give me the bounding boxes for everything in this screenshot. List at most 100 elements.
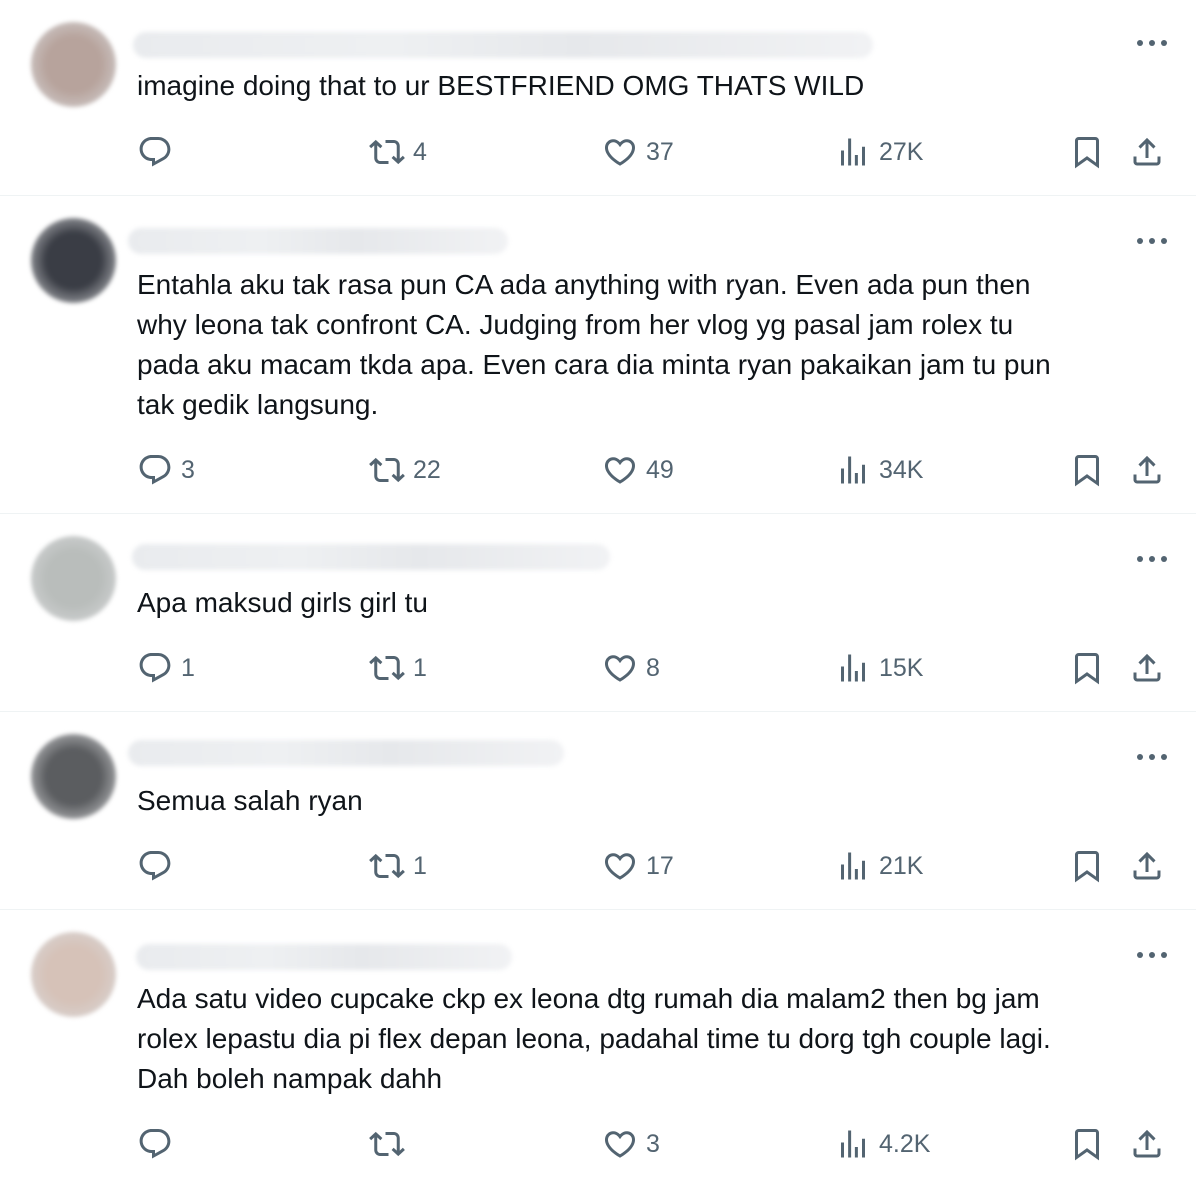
- like-button[interactable]: 3: [602, 1124, 660, 1164]
- views-button[interactable]: 34K: [835, 450, 923, 490]
- avatar[interactable]: [31, 734, 116, 819]
- more-options-button[interactable]: [1136, 235, 1168, 247]
- repost-icon: [369, 457, 405, 483]
- share-icon: [1133, 851, 1161, 880]
- views-button[interactable]: 27K: [835, 132, 923, 172]
- avatar[interactable]: [31, 22, 116, 107]
- like-button[interactable]: 37: [602, 132, 674, 172]
- author-name-redacted[interactable]: [128, 740, 564, 766]
- bookmark-button[interactable]: [1069, 450, 1105, 490]
- repost-count: 22: [413, 455, 441, 484]
- like-count: 8: [646, 653, 660, 682]
- more-icon: [1137, 556, 1167, 562]
- reply-icon: [139, 1129, 171, 1159]
- repost-button[interactable]: 1: [369, 846, 427, 886]
- share-button[interactable]: [1129, 648, 1165, 688]
- heart-icon: [604, 457, 636, 484]
- author-name-redacted[interactable]: [136, 944, 512, 970]
- more-icon: [1137, 952, 1167, 958]
- bookmark-icon: [1075, 653, 1099, 685]
- reply-button[interactable]: [137, 132, 181, 172]
- bookmark-button[interactable]: [1069, 132, 1105, 172]
- share-button[interactable]: [1129, 450, 1165, 490]
- author-name-redacted[interactable]: [132, 544, 610, 570]
- reply-button[interactable]: 3: [137, 450, 195, 490]
- repost-button[interactable]: 22: [369, 450, 441, 490]
- action-bar: 1 17 21K: [137, 846, 1167, 886]
- more-icon: [1137, 238, 1167, 244]
- reply-button[interactable]: [137, 846, 181, 886]
- like-button[interactable]: 49: [602, 450, 674, 490]
- repost-icon: [369, 139, 405, 165]
- avatar[interactable]: [31, 218, 116, 303]
- post[interactable]: Entahla aku tak rasa pun CA ada anything…: [0, 196, 1196, 514]
- more-options-button[interactable]: [1136, 553, 1168, 565]
- views-count: 4.2K: [879, 1129, 931, 1158]
- like-button[interactable]: 17: [602, 846, 674, 886]
- repost-count: 1: [413, 653, 427, 682]
- like-count: 49: [646, 455, 674, 484]
- more-icon: [1137, 40, 1167, 46]
- views-button[interactable]: 15K: [835, 648, 923, 688]
- author-name-redacted[interactable]: [128, 228, 508, 254]
- bookmark-icon: [1075, 137, 1099, 169]
- heart-icon: [604, 853, 636, 880]
- views-button[interactable]: 4.2K: [835, 1124, 930, 1164]
- more-options-button[interactable]: [1136, 949, 1168, 961]
- bookmark-icon: [1075, 851, 1099, 883]
- like-count: 3: [646, 1129, 660, 1158]
- bookmark-button[interactable]: [1069, 1124, 1105, 1164]
- bookmark-icon: [1075, 1129, 1099, 1161]
- share-button[interactable]: [1129, 846, 1165, 886]
- views-icon: [841, 852, 865, 880]
- reply-button[interactable]: [137, 1124, 181, 1164]
- heart-icon: [604, 1131, 636, 1158]
- avatar[interactable]: [31, 536, 116, 621]
- views-count: 21K: [879, 851, 924, 880]
- repost-count: 4: [413, 137, 427, 166]
- repost-icon: [369, 853, 405, 879]
- avatar[interactable]: [31, 932, 116, 1017]
- share-icon: [1133, 653, 1161, 682]
- views-button[interactable]: 21K: [835, 846, 923, 886]
- post[interactable]: Ada satu video cupcake ckp ex leona dtg …: [0, 910, 1196, 1188]
- repost-count: 1: [413, 851, 427, 880]
- post[interactable]: Apa maksud girls girl tu 1 1 8 15K: [0, 514, 1196, 712]
- reply-icon: [139, 455, 171, 485]
- share-button[interactable]: [1129, 1124, 1165, 1164]
- like-button[interactable]: 8: [602, 648, 660, 688]
- repost-button[interactable]: [369, 1124, 413, 1164]
- post-text: Ada satu video cupcake ckp ex leona dtg …: [137, 983, 1051, 1094]
- repost-icon: [369, 1131, 405, 1157]
- author-name-redacted[interactable]: [133, 32, 873, 58]
- views-icon: [841, 138, 865, 166]
- reply-count: 1: [181, 653, 195, 682]
- bookmark-button[interactable]: [1069, 846, 1105, 886]
- post-text: Semua salah ryan: [137, 785, 363, 816]
- action-bar: 3 4.2K: [137, 1124, 1167, 1164]
- views-icon: [841, 1130, 865, 1158]
- post[interactable]: imagine doing that to ur BESTFRIEND OMG …: [0, 0, 1196, 196]
- reply-button[interactable]: 1: [137, 648, 195, 688]
- heart-icon: [604, 655, 636, 682]
- share-button[interactable]: [1129, 132, 1165, 172]
- post-text: Entahla aku tak rasa pun CA ada anything…: [137, 269, 1051, 420]
- repost-button[interactable]: 4: [369, 132, 427, 172]
- more-options-button[interactable]: [1136, 751, 1168, 763]
- like-count: 37: [646, 137, 674, 166]
- post-text: imagine doing that to ur BESTFRIEND OMG …: [137, 70, 865, 101]
- bookmark-button[interactable]: [1069, 648, 1105, 688]
- share-icon: [1133, 1129, 1161, 1158]
- reply-icon: [139, 653, 171, 683]
- share-icon: [1133, 137, 1161, 166]
- action-bar: 3 22 49 34K: [137, 450, 1167, 490]
- more-options-button[interactable]: [1136, 37, 1168, 49]
- reply-icon: [139, 851, 171, 881]
- repost-button[interactable]: 1: [369, 648, 427, 688]
- share-icon: [1133, 455, 1161, 484]
- action-bar: 4 37 27K: [137, 132, 1167, 172]
- views-count: 15K: [879, 653, 924, 682]
- action-bar: 1 1 8 15K: [137, 648, 1167, 688]
- repost-icon: [369, 655, 405, 681]
- post[interactable]: Semua salah ryan 1 17 21K: [0, 712, 1196, 910]
